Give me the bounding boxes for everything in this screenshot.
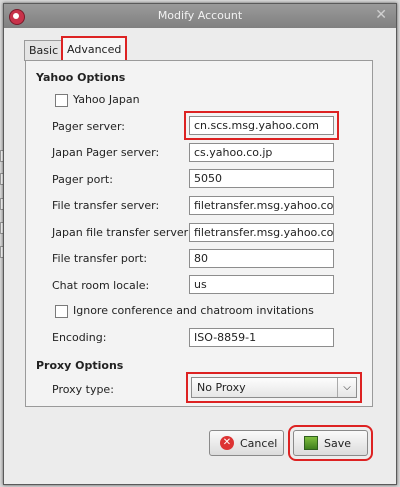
chat-room-locale-field[interactable]: us xyxy=(189,275,334,294)
chevron-down-icon[interactable]: ⌵ xyxy=(337,378,356,397)
cancel-icon: ✕ xyxy=(220,436,234,450)
yahoo-options-heading: Yahoo Options xyxy=(36,71,126,84)
pager-server-label: Pager server: xyxy=(52,120,125,133)
japan-pager-server-field[interactable]: cs.yahoo.co.jp xyxy=(189,143,334,162)
save-button[interactable]: Save xyxy=(288,425,373,461)
japan-file-transfer-server-field[interactable]: filetransfer.msg.yahoo.co.jp xyxy=(189,223,334,242)
file-transfer-server-field[interactable]: filetransfer.msg.yahoo.com xyxy=(189,196,334,215)
yahoo-japan-checkbox[interactable] xyxy=(55,94,68,107)
cancel-button[interactable]: ✕ Cancel xyxy=(209,430,284,456)
title-bar: Modify Account ✕ xyxy=(4,4,396,28)
yahoo-japan-label: Yahoo Japan xyxy=(73,93,140,106)
chat-room-locale-label: Chat room locale: xyxy=(52,279,150,292)
encoding-field[interactable]: ISO-8859-1 xyxy=(189,328,334,347)
save-icon xyxy=(304,436,318,450)
proxy-type-label: Proxy type: xyxy=(52,383,114,396)
save-label: Save xyxy=(324,437,352,450)
ignore-invitations-label: Ignore conference and chatroom invitatio… xyxy=(73,304,314,317)
pager-server-field[interactable]: cn.scs.msg.yahoo.com xyxy=(184,111,339,140)
tab-advanced[interactable]: Advanced xyxy=(60,36,128,62)
pager-port-label: Pager port: xyxy=(52,173,113,186)
file-transfer-port-label: File transfer port: xyxy=(52,252,148,265)
cancel-label: Cancel xyxy=(240,437,278,450)
file-transfer-server-label: File transfer server: xyxy=(52,199,160,212)
pager-port-field[interactable]: 5050 xyxy=(189,169,334,188)
proxy-type-value: No Proxy xyxy=(197,381,246,394)
proxy-type-select[interactable]: No Proxy ⌵ xyxy=(186,372,362,403)
file-transfer-port-field[interactable]: 80 xyxy=(189,249,334,268)
close-icon[interactable]: ✕ xyxy=(375,7,387,23)
japan-file-transfer-server-label: Japan file transfer server: xyxy=(52,226,192,239)
ignore-invitations-checkbox[interactable] xyxy=(55,305,68,318)
japan-pager-server-label: Japan Pager server: xyxy=(52,146,160,159)
window-title: Modify Account xyxy=(157,9,243,22)
tab-basic[interactable]: Basic xyxy=(24,40,64,61)
encoding-label: Encoding: xyxy=(52,331,107,344)
proxy-options-heading: Proxy Options xyxy=(36,359,124,372)
